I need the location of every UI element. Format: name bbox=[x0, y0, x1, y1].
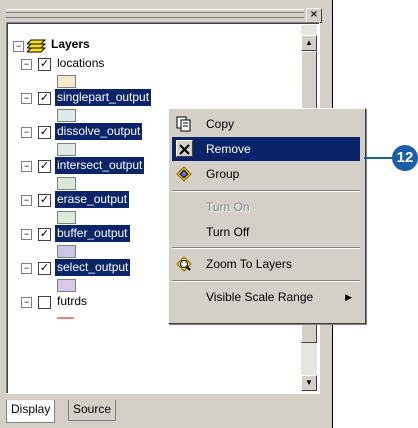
layer-symbol-swatch bbox=[57, 143, 76, 156]
menu-separator bbox=[172, 280, 360, 282]
copy-icon bbox=[176, 116, 192, 132]
layer-symbol-swatch bbox=[57, 245, 76, 258]
scroll-up-arrow-icon[interactable]: ▲ bbox=[301, 35, 317, 51]
menu-item-zoom-to-layers[interactable]: Zoom To Layers bbox=[172, 252, 360, 276]
collapse-icon[interactable]: − bbox=[21, 229, 32, 240]
layer-visibility-checkbox[interactable]: ✓ bbox=[38, 194, 51, 207]
context-menu: Copy Remove Group Turn On Turn Off Zoom … bbox=[168, 108, 366, 324]
layer-visibility-checkbox[interactable]: ✓ bbox=[38, 126, 51, 139]
layer-symbol-swatch bbox=[57, 279, 76, 292]
zoom-to-layers-icon bbox=[176, 256, 192, 272]
layer-visibility-checkbox[interactable]: ✓ bbox=[38, 228, 51, 241]
layer-name[interactable]: erase_output bbox=[55, 191, 130, 208]
layers-root-label[interactable]: Layers bbox=[49, 36, 92, 53]
menu-item-copy[interactable]: Copy bbox=[172, 112, 360, 136]
menu-separator bbox=[172, 247, 360, 249]
layer-name[interactable]: singlepart_output bbox=[55, 89, 152, 106]
layer-symbol-swatch bbox=[57, 75, 76, 88]
layer-name[interactable]: select_output bbox=[55, 259, 131, 276]
close-button[interactable]: × bbox=[306, 8, 322, 23]
menu-item-visible-scale-range[interactable]: Visible Scale Range ▶ bbox=[172, 285, 360, 309]
group-icon bbox=[176, 166, 192, 182]
layer-visibility-checkbox[interactable]: ✓ bbox=[38, 262, 51, 275]
collapse-icon[interactable]: − bbox=[21, 127, 32, 138]
tab-display[interactable]: Display bbox=[6, 400, 56, 423]
menu-item-turn-on[interactable]: Turn On bbox=[172, 195, 360, 219]
collapse-icon[interactable]: − bbox=[21, 195, 32, 206]
submenu-arrow-icon: ▶ bbox=[345, 292, 352, 302]
line-symbol-swatch bbox=[57, 317, 74, 319]
collapse-icon[interactable]: − bbox=[21, 263, 32, 274]
panel-grip[interactable] bbox=[6, 9, 304, 18]
layer-name[interactable]: intersect_output bbox=[55, 157, 145, 174]
menu-item-group[interactable]: Group bbox=[172, 162, 360, 186]
layer-visibility-checkbox[interactable]: ✓ bbox=[38, 92, 51, 105]
tab-source[interactable]: Source bbox=[68, 400, 117, 421]
layer-name[interactable]: buffer_output bbox=[55, 225, 130, 242]
collapse-icon[interactable]: − bbox=[21, 161, 32, 172]
layer-symbol-swatch bbox=[57, 109, 76, 122]
layer-symbol-swatch bbox=[57, 177, 76, 190]
layer-name[interactable]: dissolve_output bbox=[55, 123, 143, 140]
scroll-down-arrow-icon[interactable]: ▼ bbox=[301, 375, 317, 391]
step-callout: 12 bbox=[392, 145, 418, 171]
collapse-icon[interactable]: − bbox=[21, 59, 32, 70]
layer-symbol-swatch bbox=[57, 211, 76, 224]
layer-visibility-checkbox[interactable] bbox=[38, 296, 51, 309]
layers-icon bbox=[25, 37, 47, 56]
menu-separator bbox=[172, 190, 360, 192]
remove-icon bbox=[176, 140, 193, 157]
callout-leader bbox=[364, 157, 394, 159]
layer-visibility-checkbox[interactable]: ✓ bbox=[38, 58, 51, 71]
layer-visibility-checkbox[interactable]: ✓ bbox=[38, 160, 51, 173]
layer-name[interactable]: locations bbox=[55, 55, 106, 72]
menu-item-remove[interactable]: Remove bbox=[172, 137, 360, 161]
collapse-icon[interactable]: − bbox=[21, 297, 32, 308]
collapse-icon[interactable]: − bbox=[21, 93, 32, 104]
collapse-icon[interactable]: − bbox=[13, 41, 24, 52]
menu-item-turn-off[interactable]: Turn Off bbox=[172, 220, 360, 244]
layer-name[interactable]: futrds bbox=[55, 293, 89, 310]
